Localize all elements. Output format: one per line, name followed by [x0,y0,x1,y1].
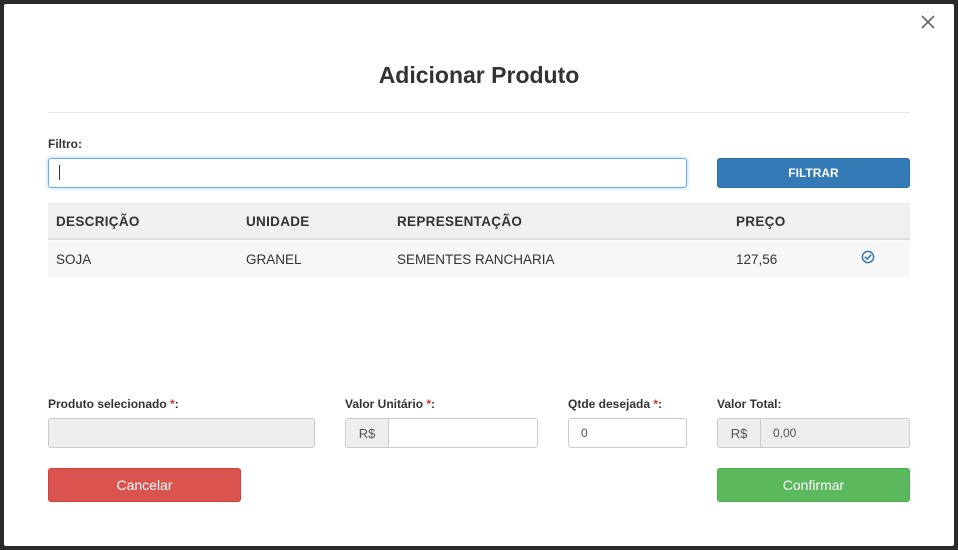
column-header-unidade[interactable]: UNIDADE [246,214,310,229]
cancel-button[interactable]: Cancelar [48,468,241,502]
valor-total-field[interactable] [760,418,910,448]
check-circle-icon[interactable] [861,250,875,264]
column-header-preco[interactable]: PREÇO [736,214,786,229]
cell-representacao: SEMENTES RANCHARIA [397,252,555,267]
modal-title: Adicionar Produto [378,62,580,88]
cell-unidade: GRANEL [246,252,302,267]
currency-addon: R$ [345,418,389,448]
filter-label: Filtro: [48,137,82,151]
title-divider [48,112,910,113]
cell-preco: 127,56 [736,252,778,267]
currency-addon: R$ [717,418,761,448]
column-header-representacao[interactable]: REPRESENTAÇÃO [397,214,522,229]
qtde-label: Qtde desejada *: [568,397,663,411]
filter-input[interactable] [48,158,687,188]
table-header: DESCRIÇÃO UNIDADE REPRESENTAÇÃO PREÇO [48,203,910,240]
valor-total-label: Valor Total: [717,397,782,411]
valor-unitario-label: Valor Unitário *: [345,397,436,411]
table-row[interactable]: SOJA GRANEL SEMENTES RANCHARIA 127,56 [48,241,910,277]
text-caret [59,165,60,180]
confirm-button[interactable]: Confirmar [717,468,910,502]
produto-label: Produto selecionado *: [48,397,179,411]
produto-selecionado-field[interactable] [48,418,315,448]
filter-button[interactable]: FILTRAR [717,158,910,188]
column-header-descricao[interactable]: DESCRIÇÃO [56,214,140,229]
qtde-desejada-field[interactable] [568,418,687,448]
cell-descricao: SOJA [56,252,92,267]
close-icon[interactable] [918,12,938,32]
valor-unitario-field[interactable] [388,418,538,448]
